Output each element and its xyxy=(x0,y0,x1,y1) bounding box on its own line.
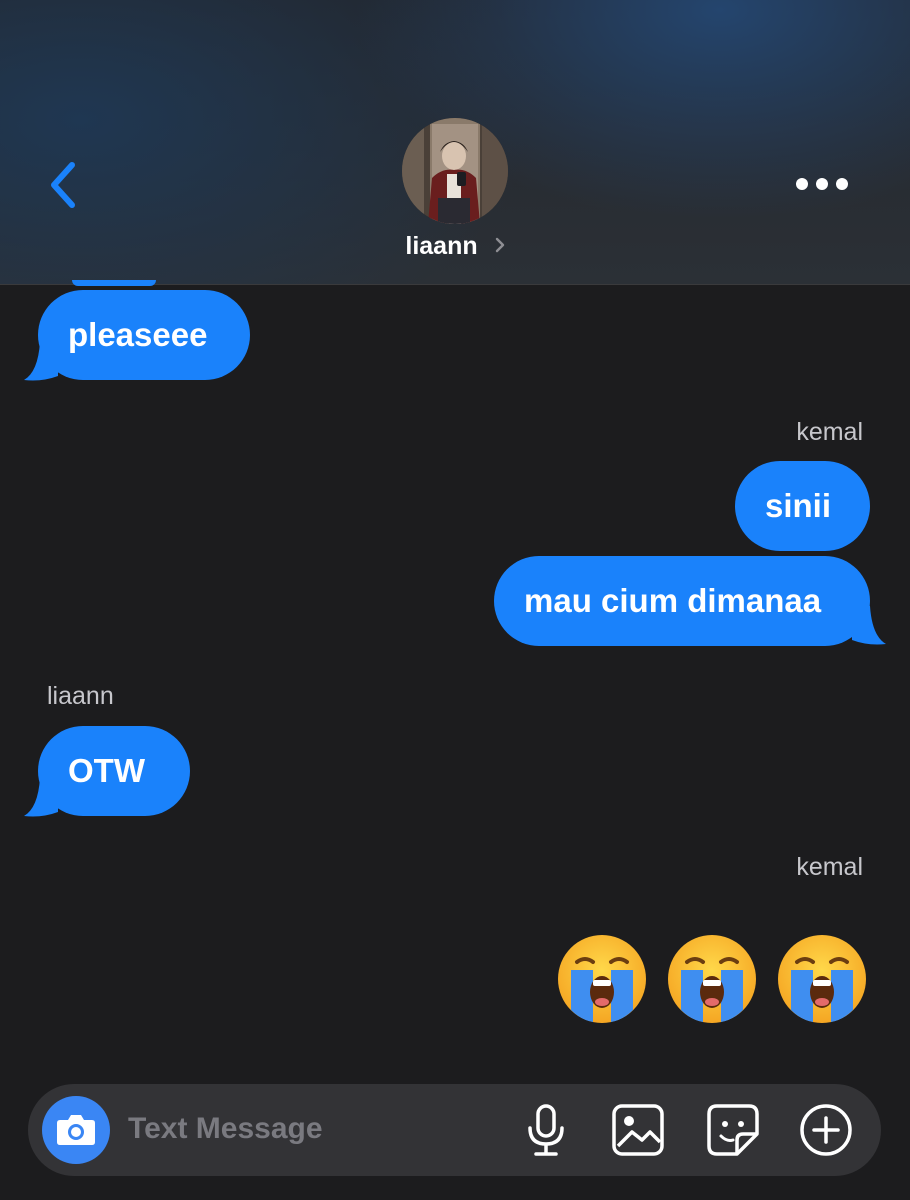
camera-button[interactable] xyxy=(42,1096,110,1164)
message-text: mau cium dimanaa xyxy=(524,582,822,619)
message-text: OTW xyxy=(68,752,145,789)
message-bubble-outgoing[interactable]: mau cium dimanaa xyxy=(494,556,870,646)
chevron-left-icon xyxy=(51,162,75,208)
bubble-tail xyxy=(24,342,58,381)
image-icon xyxy=(612,1104,664,1156)
message-composer: Text Message xyxy=(28,1084,881,1176)
image-button[interactable] xyxy=(610,1102,666,1158)
more-button[interactable] xyxy=(794,176,850,192)
plus-circle-icon xyxy=(800,1104,852,1156)
sender-label: liaann xyxy=(47,682,114,710)
contact-name-row[interactable]: liaann xyxy=(0,232,910,261)
previous-bubble-edge xyxy=(72,280,156,286)
microphone-icon xyxy=(528,1104,564,1156)
loudly-crying-face-icon xyxy=(668,935,756,1023)
chevron-right-icon xyxy=(495,231,505,260)
loudly-crying-face-icon xyxy=(558,935,646,1023)
contact-name: liaann xyxy=(405,232,478,260)
message-text: pleaseee xyxy=(68,316,208,353)
sender-label: kemal xyxy=(796,853,863,881)
message-bubble-incoming[interactable]: pleaseee xyxy=(38,290,250,380)
message-bubble-outgoing[interactable]: sinii xyxy=(735,461,870,551)
add-button[interactable] xyxy=(798,1102,854,1158)
message-input[interactable]: Text Message xyxy=(128,1112,323,1146)
sticker-icon xyxy=(707,1104,759,1156)
message-text: sinii xyxy=(765,487,832,524)
back-button[interactable] xyxy=(44,160,84,210)
avatar[interactable] xyxy=(402,118,508,224)
chat-screen: liaann pleaseee kemal sinii mau cium dim… xyxy=(0,0,910,1200)
more-horizontal-icon xyxy=(816,178,828,190)
more-horizontal-icon xyxy=(796,178,808,190)
bubble-tail xyxy=(852,606,886,645)
microphone-button[interactable] xyxy=(518,1102,574,1158)
more-horizontal-icon xyxy=(836,178,848,190)
contact-avatar-photo xyxy=(402,118,508,224)
sticker-button[interactable] xyxy=(705,1102,761,1158)
chat-header: liaann xyxy=(0,0,910,285)
bubble-tail xyxy=(24,778,58,817)
camera-icon xyxy=(57,1115,95,1145)
sender-label: kemal xyxy=(796,418,863,446)
loudly-crying-face-icon xyxy=(778,935,866,1023)
